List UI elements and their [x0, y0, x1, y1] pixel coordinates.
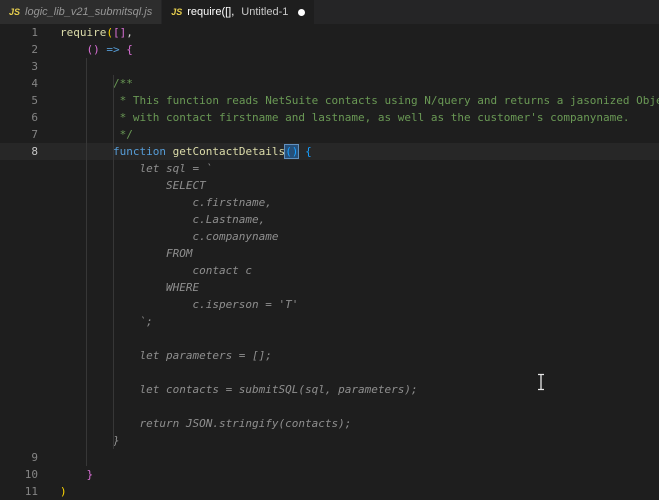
- ghost-code-line[interactable]: WHERE: [0, 279, 659, 296]
- line-number[interactable]: 2: [0, 41, 38, 58]
- code-line[interactable]: 4 /**: [0, 75, 659, 92]
- line-number[interactable]: 4: [0, 75, 38, 92]
- code-line-text: return JSON.stringify(contacts);: [60, 417, 352, 430]
- line-number[interactable]: 9: [0, 449, 38, 466]
- line-number[interactable]: 10: [0, 466, 38, 483]
- code-line[interactable]: 10 }: [0, 466, 659, 483]
- line-number[interactable]: [0, 347, 38, 364]
- line-number[interactable]: [0, 194, 38, 211]
- line-number[interactable]: [0, 415, 38, 432]
- line-number[interactable]: [0, 177, 38, 194]
- line-number[interactable]: [0, 245, 38, 262]
- line-number[interactable]: [0, 398, 38, 415]
- code-line-text: c.companyname: [60, 230, 279, 243]
- ghost-code-line[interactable]: c.isperson = 'T': [0, 296, 659, 313]
- code-line[interactable]: 1 require([],: [0, 24, 659, 41]
- js-file-icon: JS: [9, 6, 21, 17]
- tab-bar: JS logic_lib_v21_submitsql.js JS require…: [0, 0, 659, 24]
- line-number[interactable]: [0, 296, 38, 313]
- code-line[interactable]: 5 * This function reads NetSuite contact…: [0, 92, 659, 109]
- code-line-text: let parameters = [];: [60, 349, 272, 362]
- line-number[interactable]: [0, 160, 38, 177]
- ghost-code-line[interactable]: c.companyname: [0, 228, 659, 245]
- ghost-code-line[interactable]: c.Lastname,: [0, 211, 659, 228]
- code-line[interactable]: 8 function getContactDetails() {: [0, 143, 659, 160]
- code-line-text: [38, 330, 60, 347]
- code-line-text: require([],: [60, 26, 133, 39]
- code-line-text: let contacts = submitSQL(sql, parameters…: [60, 383, 418, 396]
- code-line-text: ): [60, 485, 67, 498]
- ghost-code-line[interactable]: return JSON.stringify(contacts);: [0, 415, 659, 432]
- tab-label: require([],: [187, 6, 235, 18]
- tab-untitled-file[interactable]: JS require([], Untitled-1: [162, 0, 315, 24]
- line-number[interactable]: [0, 313, 38, 330]
- code-area[interactable]: 1 require([], 2 () => {3 4 /** 5 * This func…: [0, 24, 659, 500]
- code-line-text: WHERE: [60, 281, 200, 294]
- line-number[interactable]: [0, 228, 38, 245]
- code-line[interactable]: 6 * with contact firstname and lastname,…: [0, 109, 659, 126]
- js-file-icon: JS: [171, 6, 183, 17]
- line-number[interactable]: 3: [0, 58, 38, 75]
- tab-logic-lib-file[interactable]: JS logic_lib_v21_submitsql.js: [0, 0, 163, 24]
- code-line-text: }: [86, 468, 94, 481]
- tab-label: logic_lib_v21_submitsql.js: [25, 6, 153, 18]
- line-number[interactable]: 6: [0, 109, 38, 126]
- modified-indicator-icon[interactable]: [298, 8, 306, 16]
- ghost-code-line[interactable]: [0, 398, 659, 415]
- code-line-text: contact c: [60, 264, 253, 277]
- ghost-code-line[interactable]: FROM: [0, 245, 659, 262]
- code-line-text: [38, 364, 60, 381]
- indent-guide: [113, 75, 114, 449]
- code-line-text: c.firstname,: [60, 196, 272, 209]
- code-line-text: * This function reads NetSuite contacts …: [119, 94, 659, 107]
- code-line[interactable]: 3: [0, 58, 659, 75]
- line-number[interactable]: [0, 432, 38, 449]
- ghost-code-line[interactable]: contact c: [0, 262, 659, 279]
- code-line-text: let sql = `: [60, 162, 213, 175]
- code-line-text: SELECT: [60, 179, 206, 192]
- code-line-text: function getContactDetails() {: [112, 145, 312, 158]
- line-number[interactable]: [0, 262, 38, 279]
- line-number[interactable]: [0, 279, 38, 296]
- code-line-text: }: [60, 434, 120, 447]
- code-line-text: c.isperson = 'T': [60, 298, 299, 311]
- line-number[interactable]: 11: [0, 483, 38, 500]
- line-number[interactable]: [0, 330, 38, 347]
- code-line[interactable]: 11): [0, 483, 659, 500]
- code-line-text: [38, 58, 60, 75]
- line-number[interactable]: 5: [0, 92, 38, 109]
- ghost-code-line[interactable]: let sql = `: [0, 160, 659, 177]
- code-line[interactable]: 9: [0, 449, 659, 466]
- mouse-cursor-ibeam-icon: [538, 373, 544, 391]
- ghost-code-line[interactable]: let parameters = [];: [0, 347, 659, 364]
- code-line-text: () => {: [86, 43, 133, 56]
- indent-guide: [86, 58, 87, 466]
- line-number[interactable]: 8: [0, 143, 38, 160]
- line-number[interactable]: 1: [0, 24, 38, 41]
- ghost-code-line[interactable]: let contacts = submitSQL(sql, parameters…: [0, 381, 659, 398]
- code-line-text: `;: [60, 315, 153, 328]
- line-number[interactable]: 7: [0, 126, 38, 143]
- ghost-code-line[interactable]: [0, 330, 659, 347]
- code-line-text: FROM: [60, 247, 193, 260]
- tab-description: Untitled-1: [241, 6, 289, 18]
- code-line-text: * with contact firstname and lastname, a…: [119, 111, 630, 124]
- line-number[interactable]: [0, 364, 38, 381]
- code-line-text: c.Lastname,: [60, 213, 266, 226]
- code-line[interactable]: 2 () => {: [0, 41, 659, 58]
- code-editor[interactable]: 1 require([], 2 () => {3 4 /** 5 * This func…: [0, 24, 659, 500]
- ghost-code-line[interactable]: [0, 364, 659, 381]
- code-line[interactable]: 7 */: [0, 126, 659, 143]
- ghost-code-line[interactable]: `;: [0, 313, 659, 330]
- code-line-text: [38, 449, 60, 466]
- code-line-text: [38, 398, 60, 415]
- ghost-code-line[interactable]: c.firstname,: [0, 194, 659, 211]
- line-number[interactable]: [0, 211, 38, 228]
- line-number[interactable]: [0, 381, 38, 398]
- ghost-code-line[interactable]: }: [0, 432, 659, 449]
- ghost-code-line[interactable]: SELECT: [0, 177, 659, 194]
